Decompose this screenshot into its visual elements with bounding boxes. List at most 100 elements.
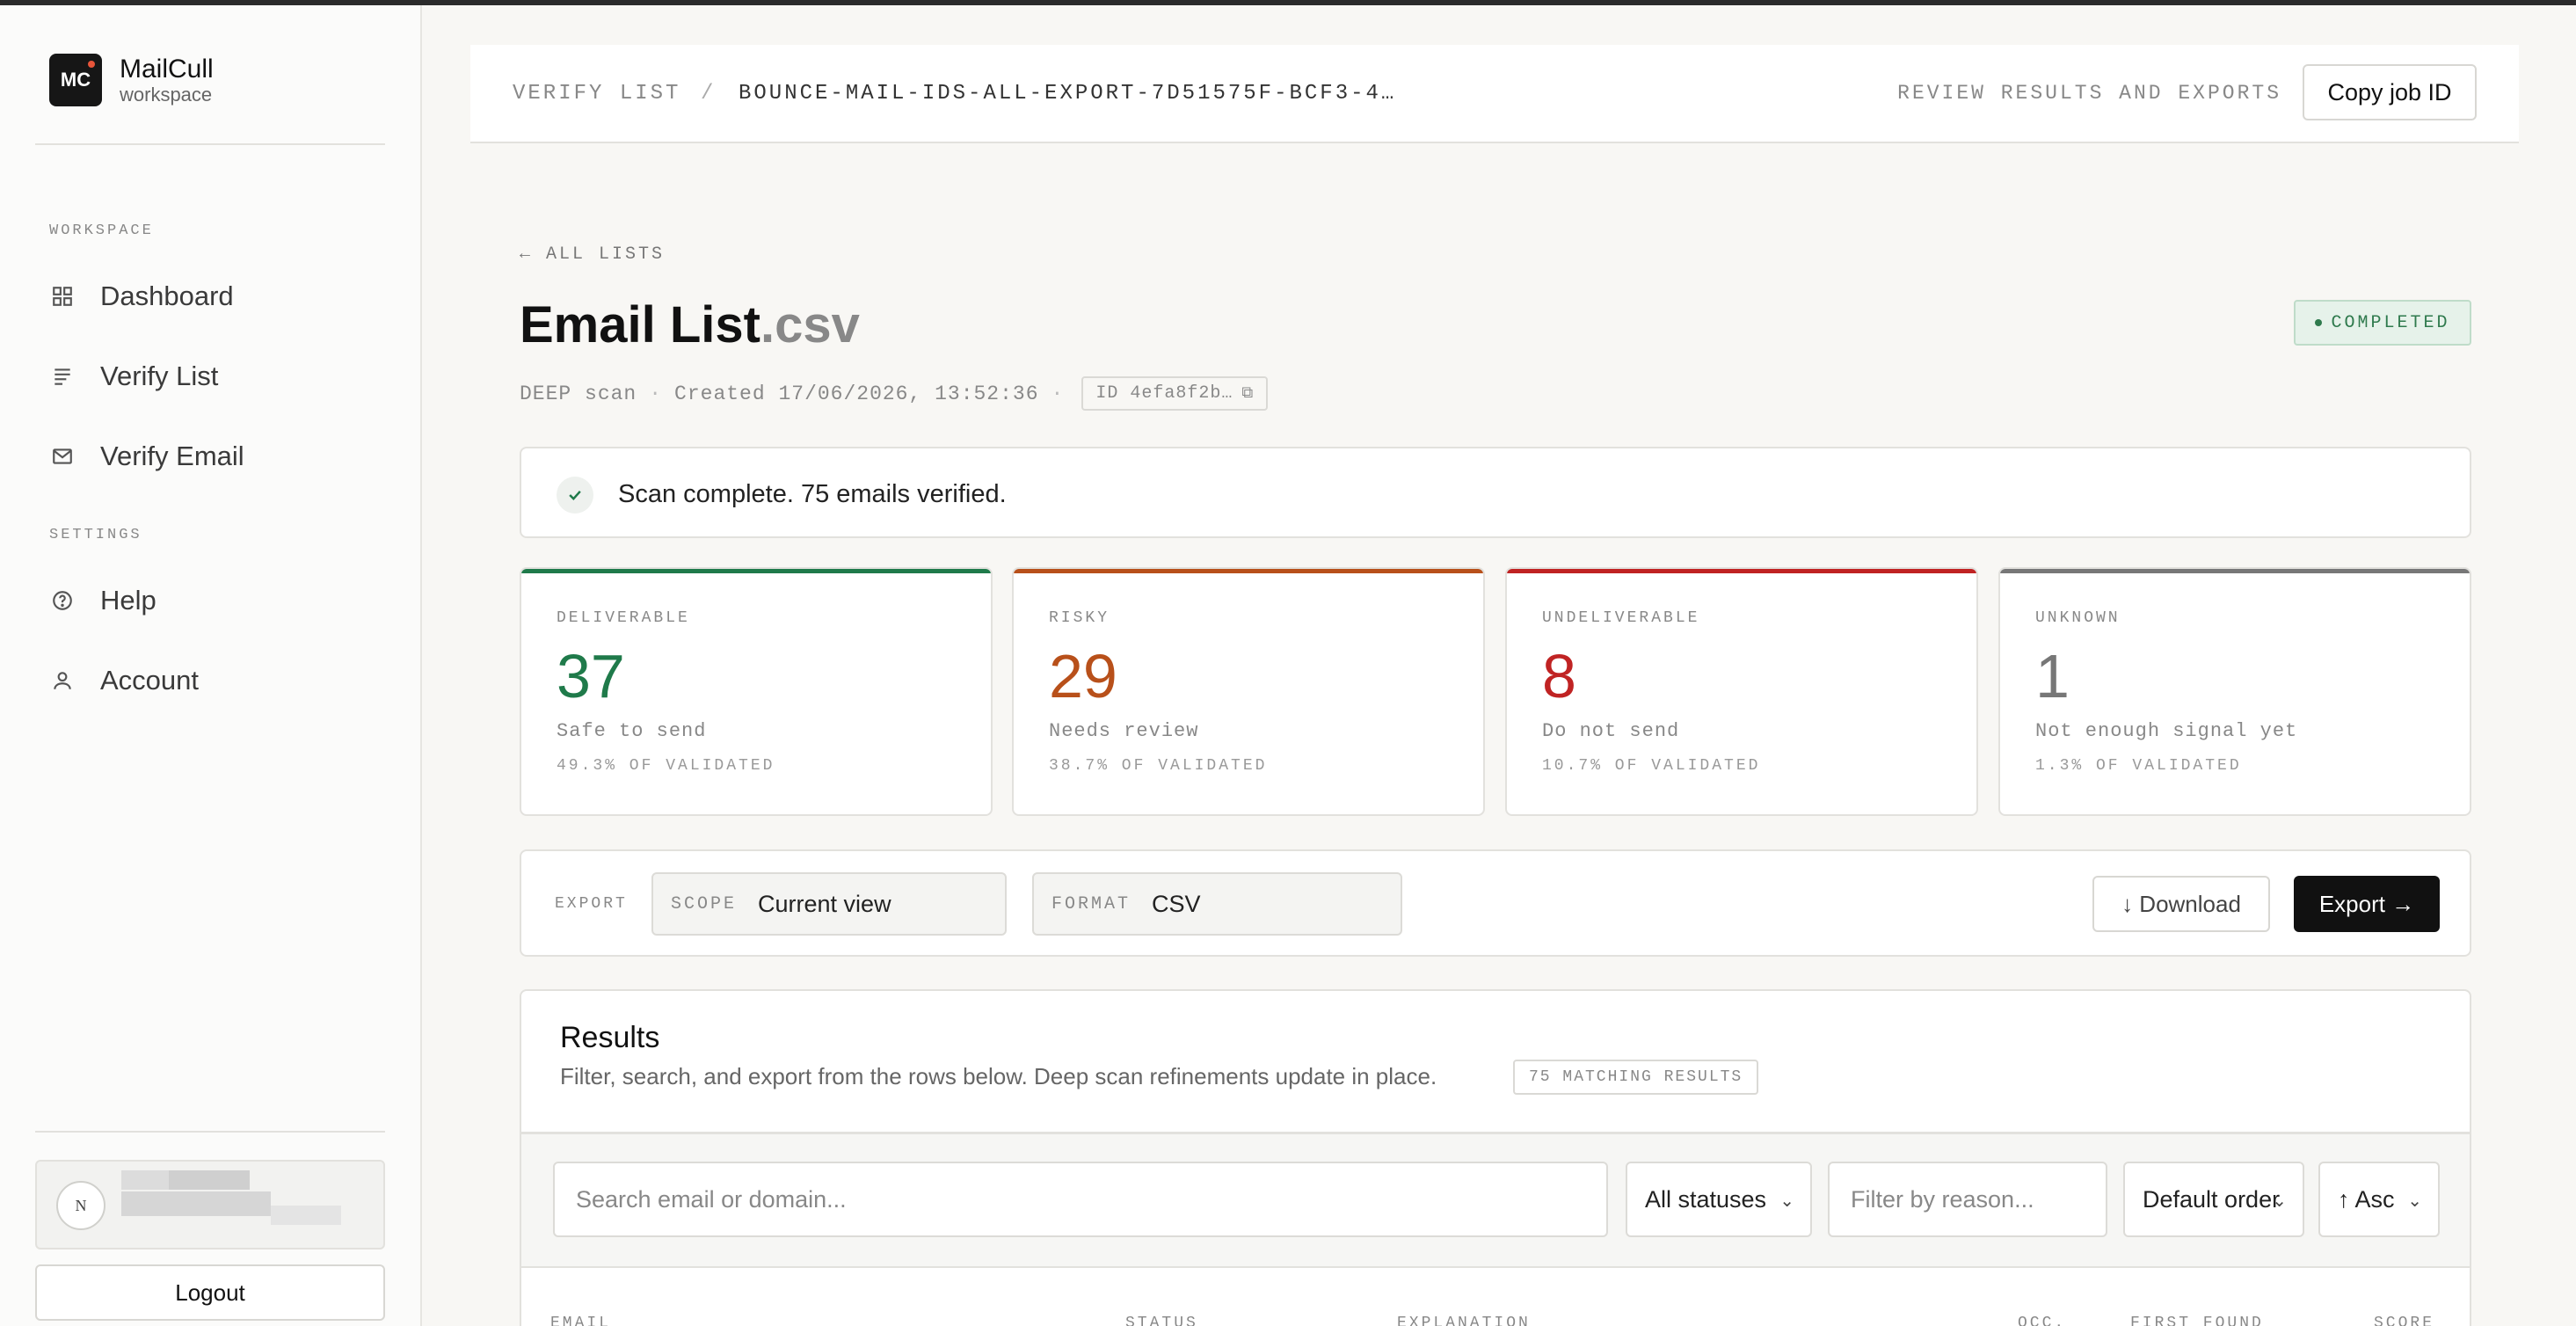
sidebar-item-label: Verify Email: [100, 441, 244, 471]
order-select[interactable]: Default order ⌄: [2123, 1162, 2304, 1237]
reason-filter-input[interactable]: Filter by reason...: [1828, 1162, 2107, 1237]
brand-subtitle: workspace: [120, 84, 213, 106]
back-link[interactable]: ← ALL LISTS: [520, 244, 665, 265]
stat-card-deliverable[interactable]: DELIVERABLE 37 Safe to send 49.3% OF VAL…: [520, 567, 993, 816]
page-title: Email List.csv: [520, 295, 860, 354]
status-text: COMPLETED: [2331, 312, 2450, 333]
brand-logo-dot: [88, 61, 95, 68]
stat-description: Safe to send: [557, 720, 707, 742]
column-header-score[interactable]: SCORE: [2374, 1315, 2434, 1326]
stat-card-unknown[interactable]: UNKNOWN 1 Not enough signal yet 1.3% OF …: [1998, 567, 2471, 816]
stat-accent-bar: [1507, 569, 1976, 573]
stat-value: 37: [557, 642, 625, 710]
format-key: FORMAT: [1052, 893, 1132, 914]
brand-name: MailCull: [120, 55, 214, 84]
scan-type: DEEP scan: [520, 382, 637, 405]
search-input[interactable]: Search email or domain...: [553, 1162, 1608, 1237]
column-header-occurrences[interactable]: OCC.: [2018, 1315, 2066, 1326]
status-badge: COMPLETED: [2294, 300, 2471, 346]
format-select[interactable]: FORMAT CSV: [1032, 872, 1402, 936]
stat-value: 29: [1049, 642, 1117, 710]
created-at: Created 17/06/2026, 13:52:36: [674, 382, 1039, 405]
redacted-username: [169, 1170, 250, 1190]
status-filter-value: All statuses: [1645, 1185, 1767, 1213]
chevron-down-icon: ⌄: [2272, 1191, 2287, 1211]
redacted-username: [121, 1191, 271, 1216]
breadcrumb-parent[interactable]: VERIFY LIST: [513, 82, 680, 106]
redacted-username: [121, 1170, 169, 1190]
sort-direction-value: ↑ Asc: [2338, 1185, 2395, 1213]
banner-text: Scan complete. 75 emails verified.: [618, 480, 1007, 508]
user-icon: [49, 667, 76, 694]
sidebar-item-verify-email[interactable]: Verify Email: [49, 441, 244, 472]
sidebar-item-label: Dashboard: [100, 280, 234, 311]
logout-button[interactable]: Logout: [35, 1264, 385, 1321]
chevron-down-icon: ⌄: [1779, 1191, 1794, 1211]
help-circle-icon: [49, 587, 76, 614]
meta-separator: ·: [649, 382, 663, 405]
sort-direction-select[interactable]: ↑ Asc ⌄: [2318, 1162, 2440, 1237]
chevron-down-icon: ⌄: [2407, 1191, 2422, 1211]
column-header-email[interactable]: EMAIL: [550, 1315, 611, 1326]
stat-card-undeliverable[interactable]: UNDELIVERABLE 8 Do not send 10.7% OF VAL…: [1505, 567, 1978, 816]
results-count-badge: 75 MATCHING RESULTS: [1513, 1060, 1759, 1095]
stat-accent-bar: [2000, 569, 2470, 573]
brand[interactable]: MC MailCull workspace: [49, 54, 214, 106]
stat-label: RISKY: [1049, 609, 1110, 627]
column-header-status[interactable]: STATUS: [1125, 1315, 1198, 1326]
results-title: Results: [560, 1021, 660, 1054]
stat-percentage: 38.7% OF VALIDATED: [1049, 757, 1268, 775]
results-panel: Results Filter, search, and export from …: [520, 989, 2471, 1326]
stat-value: 1: [2035, 642, 2070, 710]
export-label: EXPORT: [555, 895, 628, 913]
copy-job-id-button[interactable]: Copy job ID: [2303, 64, 2477, 120]
stat-card-risky[interactable]: RISKY 29 Needs review 38.7% OF VALIDATED: [1012, 567, 1485, 816]
sidebar-item-label: Help: [100, 585, 156, 616]
download-button[interactable]: ↓ Download: [2092, 876, 2270, 932]
meta-separator: ·: [1051, 382, 1065, 405]
grid-icon: [49, 283, 76, 310]
sidebar-divider: [35, 143, 385, 145]
stat-percentage: 49.3% OF VALIDATED: [557, 757, 775, 775]
stat-accent-bar: [1014, 569, 1483, 573]
section-settings: SETTINGS: [49, 527, 142, 543]
list-icon: [49, 363, 76, 390]
sidebar-item-dashboard[interactable]: Dashboard: [49, 280, 234, 312]
breadcrumb-separator: /: [701, 82, 714, 106]
job-id-chip[interactable]: ID 4efa8f2b… ⧉: [1081, 376, 1269, 411]
sidebar-item-help[interactable]: Help: [49, 585, 156, 616]
mail-icon: [49, 443, 76, 470]
section-workspace: WORKSPACE: [49, 222, 154, 239]
user-card[interactable]: N: [35, 1160, 385, 1250]
scan-complete-banner: Scan complete. 75 emails verified.: [520, 447, 2471, 538]
stat-percentage: 1.3% OF VALIDATED: [2035, 757, 2242, 775]
format-value: CSV: [1152, 890, 1201, 917]
stat-accent-bar: [521, 569, 991, 573]
column-header-explanation[interactable]: EXPLANATION: [1397, 1315, 1531, 1326]
topbar-hint: REVIEW RESULTS AND EXPORTS: [1897, 82, 2281, 105]
filter-bar: Search email or domain... All statuses ⌄…: [521, 1134, 2470, 1266]
job-meta: DEEP scan · Created 17/06/2026, 13:52:36…: [520, 376, 1269, 411]
stat-description: Not enough signal yet: [2035, 720, 2298, 742]
table-header-divider: [521, 1266, 2470, 1268]
stat-label: DELIVERABLE: [557, 609, 690, 627]
status-filter-select[interactable]: All statuses ⌄: [1626, 1162, 1812, 1237]
export-button[interactable]: Export →: [2294, 876, 2440, 932]
title-extension: .csv: [760, 296, 860, 353]
topbar: VERIFY LIST / BOUNCE-MAIL-IDS-ALL-EXPORT…: [470, 45, 2519, 143]
stat-value: 8: [1542, 642, 1576, 710]
sidebar-item-label: Account: [100, 665, 200, 696]
sidebar-item-account[interactable]: Account: [49, 665, 199, 696]
sidebar-item-verify-list[interactable]: Verify List: [49, 361, 218, 392]
breadcrumb-current: BOUNCE-MAIL-IDS-ALL-EXPORT-7D51575F-BCF3…: [739, 82, 1397, 106]
stat-label: UNDELIVERABLE: [1542, 609, 1700, 627]
stat-description: Do not send: [1542, 720, 1680, 742]
scope-select[interactable]: SCOPE Current view: [651, 872, 1007, 936]
job-id-text: ID 4efa8f2b…: [1095, 383, 1233, 404]
brand-logo-text: MC: [60, 69, 91, 91]
copy-icon: ⧉: [1241, 385, 1255, 403]
scope-value: Current view: [758, 890, 891, 917]
column-header-first-found[interactable]: FIRST FOUND: [2130, 1315, 2264, 1326]
sidebar-item-label: Verify List: [100, 361, 219, 391]
order-value: Default order: [2143, 1185, 2281, 1213]
